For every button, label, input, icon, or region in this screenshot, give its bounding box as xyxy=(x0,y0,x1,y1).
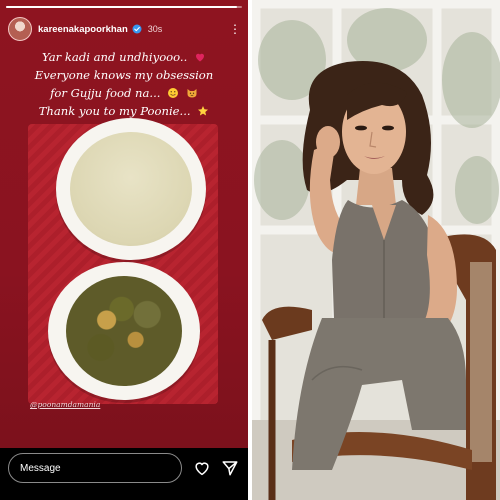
kadhi xyxy=(70,132,192,246)
verified-badge-icon xyxy=(132,24,142,34)
heart-icon[interactable] xyxy=(193,459,211,477)
portrait-illustration xyxy=(252,0,500,500)
more-options-icon[interactable]: ⋮ xyxy=(229,23,242,35)
yum-face-emoji-icon xyxy=(168,88,179,98)
caption-line-3: for Gujju food na... xyxy=(50,86,161,100)
portrait-photo xyxy=(252,0,500,500)
caption-line-4: Thank you to my Poonie... xyxy=(38,104,191,118)
story-progress-bar xyxy=(6,6,242,8)
story-header: kareenakapoorkhan 30s ⋮ xyxy=(8,16,242,42)
story-username[interactable]: kareenakapoorkhan xyxy=(38,24,128,35)
star-emoji-icon xyxy=(198,106,209,116)
kadhi-bowl xyxy=(56,118,206,260)
story-caption: Yar kadi and undhiyooo.. Everyone knows … xyxy=(10,48,238,120)
red-heart-emoji-icon xyxy=(196,53,204,62)
instagram-story: kareenakapoorkhan 30s ⋮ Yar kadi and und… xyxy=(0,0,248,500)
story-progress-fill xyxy=(6,6,238,8)
avatar[interactable] xyxy=(8,17,32,41)
undhiyu-bowl xyxy=(48,262,200,400)
caption-line-2: Everyone knows my obsession xyxy=(34,68,214,82)
send-icon[interactable] xyxy=(221,459,239,477)
undhiyu xyxy=(66,276,182,386)
story-timestamp: 30s xyxy=(147,24,163,34)
photo-mention-tag[interactable]: @poonamdamania xyxy=(30,400,100,409)
caption-line-1: Yar kadi and undhiyooo.. xyxy=(41,50,188,64)
message-input[interactable]: Message xyxy=(8,453,182,483)
cat-face-emoji-icon xyxy=(187,89,197,98)
